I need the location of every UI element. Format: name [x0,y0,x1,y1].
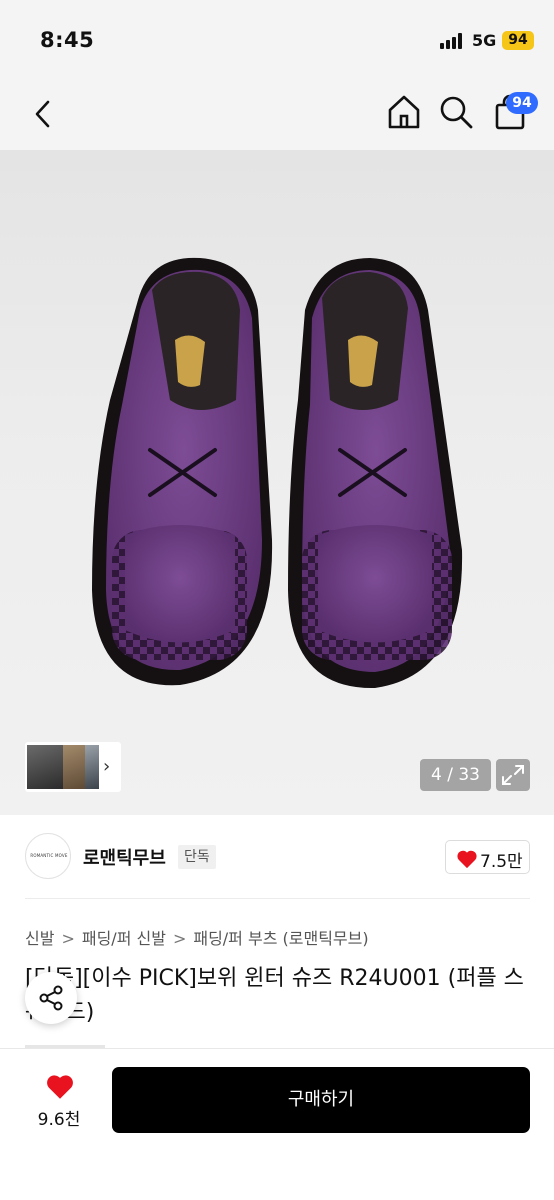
heart-icon [47,1075,73,1099]
wishlist-count: 9.6천 [37,1110,81,1130]
share-button[interactable] [25,972,77,1024]
share-icon [39,985,63,1011]
brand-logo[interactable]: ROMANTIC MOVE [25,833,71,879]
product-photo [92,257,463,689]
wishlist-button[interactable]: 9.6천 [25,1069,93,1135]
search-button[interactable] [437,93,475,131]
battery-icon: 94 [502,31,534,50]
chevron-right-icon: > [172,929,187,948]
top-nav [0,80,554,150]
product-title: [단독][이수 PICK]보위 윈터 슈즈 R24U001 (퍼플 스웨이드) [25,966,524,1025]
right-shoe [288,258,463,689]
left-shoe [92,257,273,686]
home-icon [388,95,420,129]
heart-icon [457,850,477,869]
exclusive-badge: 단독 [178,845,216,869]
brand-like-count: 7.5만 [480,852,523,872]
thumbnail-strip[interactable]: › [25,742,121,792]
product-image[interactable]: › 4 / 33 [0,150,554,815]
status-time: 8:45 [40,28,95,52]
cart-count-badge: 94 [506,92,538,114]
bottom-action-bar: 9.6천 구매하기 [0,1048,554,1200]
network-type: 5G [472,31,497,50]
expand-button[interactable] [496,759,530,791]
breadcrumb: 신발 > 패딩/퍼 신발 > 패딩/퍼 부츠 (로맨틱무브) [25,925,369,949]
breadcrumb-item[interactable]: 패딩/퍼 부츠 (로맨틱무브) [193,929,368,948]
expand-icon [502,765,524,785]
brand-row: ROMANTIC MOVE 로맨틱무브 단독 7.5만 [0,830,554,890]
home-button[interactable] [384,92,424,132]
thumbnail-image[interactable] [85,745,99,789]
signal-icon [440,33,466,49]
brand-like-button[interactable]: 7.5만 [445,840,530,874]
breadcrumb-item[interactable]: 패딩/퍼 신발 [82,929,166,948]
thumbnail-image[interactable] [27,745,63,789]
chevron-left-icon [35,100,50,128]
brand-name[interactable]: 로맨틱무브 [83,844,166,870]
status-bar: 8:45 5G 94 [0,0,554,80]
chevron-right-icon: > [61,929,75,948]
image-counter: 4 / 33 [420,759,491,791]
thumbnail-image[interactable] [63,745,85,789]
divider [25,898,530,899]
buy-button[interactable]: 구매하기 [112,1067,530,1133]
chevron-right-icon[interactable]: › [103,756,110,777]
back-button[interactable] [26,96,62,132]
breadcrumb-item[interactable]: 신발 [25,929,54,948]
search-icon [440,96,473,129]
brand-logo-text: ROMANTIC MOVE [30,853,68,858]
